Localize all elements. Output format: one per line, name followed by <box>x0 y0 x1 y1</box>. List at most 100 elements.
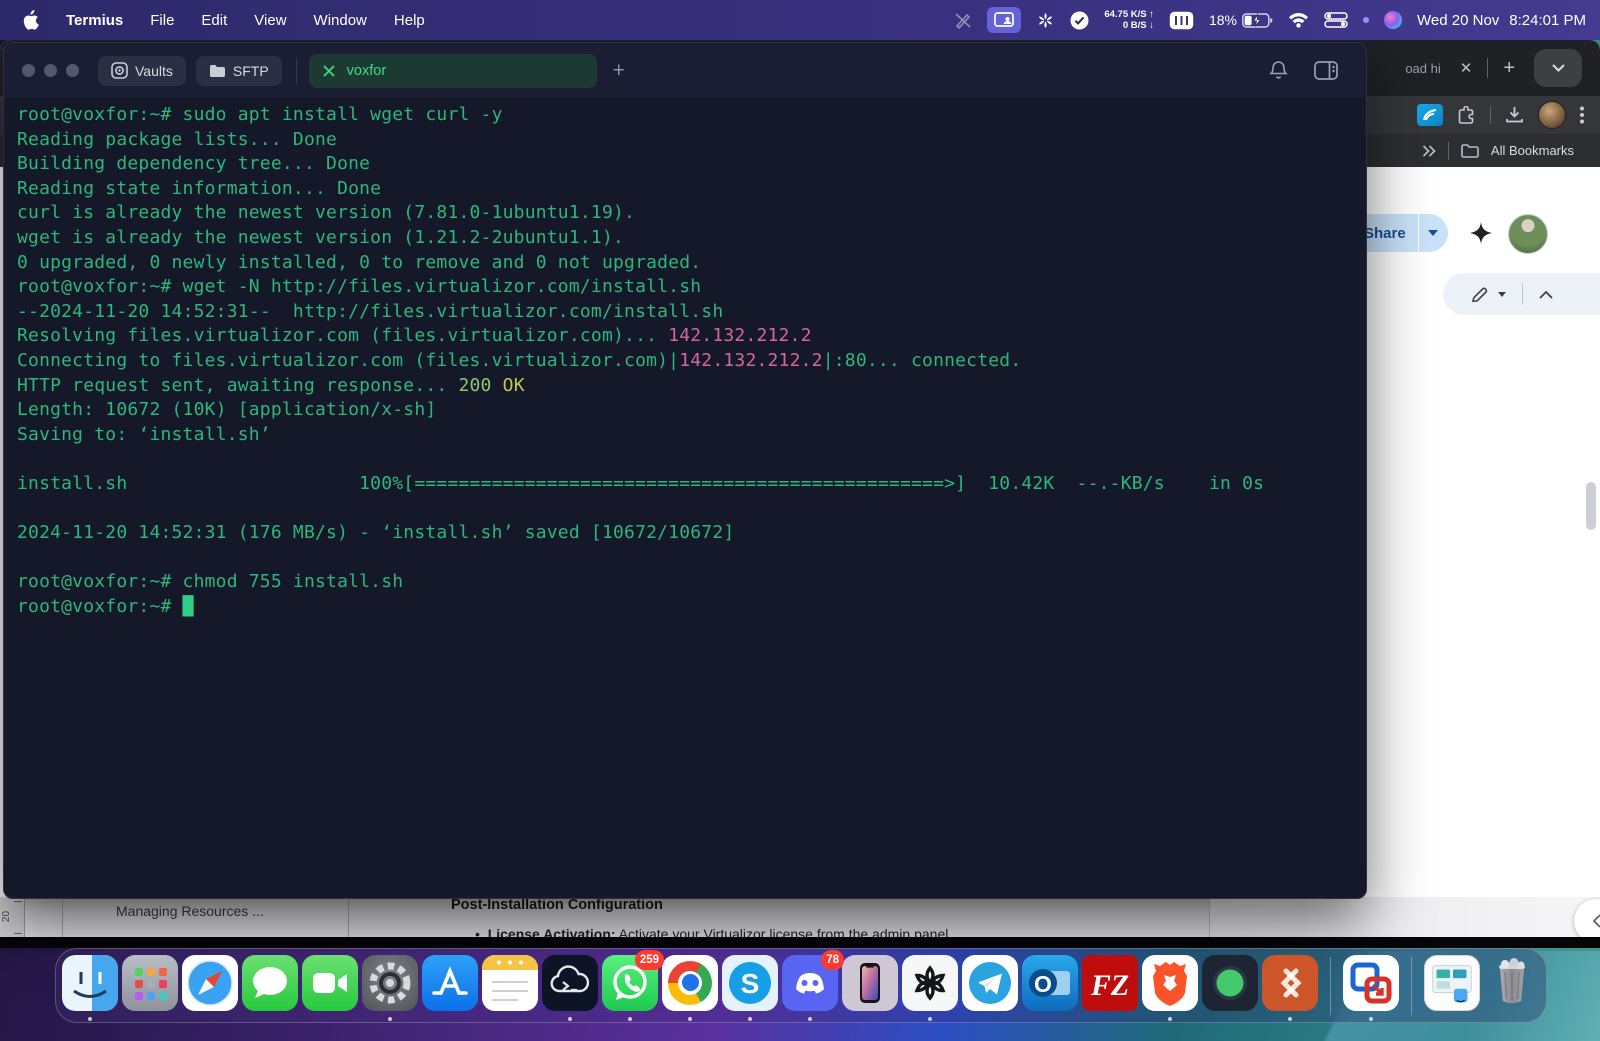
notes-icon <box>482 955 538 1011</box>
terminal-line: root@voxfor:~# █ <box>17 595 1366 620</box>
dock-item-notes[interactable] <box>482 953 538 1019</box>
session-tab-voxfor[interactable]: voxfor <box>309 54 597 88</box>
vertical-ruler: 20 <box>0 897 25 937</box>
siri-icon[interactable] <box>1384 11 1402 29</box>
all-bookmarks-label[interactable]: All Bookmarks <box>1491 143 1574 158</box>
dock-item-finder[interactable] <box>62 953 118 1019</box>
network-speed-indicator[interactable]: 64.75 K/S ↑ 0 B/S ↓ <box>1104 9 1154 31</box>
zoom-window-button[interactable] <box>66 64 79 77</box>
dock: 259 S78 O FZ <box>55 948 1547 1023</box>
desktop: Termius File Edit View Window Help 64.75… <box>0 0 1600 1041</box>
menu-app-name[interactable]: Termius <box>66 12 123 29</box>
ruler-page-number: 20 <box>1 911 12 922</box>
dock-item-facetime[interactable] <box>302 953 358 1019</box>
edit-mode-dropdown-icon[interactable] <box>1498 292 1506 297</box>
new-terminal-tab-button[interactable]: + <box>613 59 625 83</box>
browser-tab-title[interactable]: oad hi <box>1405 61 1440 76</box>
menubar-date: Wed 20 Nov <box>1417 12 1499 29</box>
wifi-icon[interactable] <box>1288 12 1309 28</box>
docs-profile-avatar[interactable] <box>1508 214 1548 254</box>
browser-profile-avatar[interactable] <box>1538 101 1566 129</box>
menubar-time: 8:24:01 PM <box>1509 12 1586 29</box>
dock-item-telegram[interactable] <box>962 953 1018 1019</box>
finder-icon <box>62 955 118 1011</box>
chatgpt-menubar-icon[interactable] <box>1036 11 1055 30</box>
toggle-panel-icon[interactable] <box>1314 61 1338 80</box>
toolbar-separator <box>1490 106 1491 124</box>
dock-item-termius[interactable] <box>542 953 598 1019</box>
check-circle-icon[interactable] <box>1070 11 1089 30</box>
doc-section-heading[interactable]: Post-Installation Configuration <box>451 897 663 913</box>
active-extension-icon[interactable] <box>1417 104 1443 126</box>
page-scrollbar-thumb[interactable] <box>1586 482 1596 530</box>
minimize-window-button[interactable] <box>44 64 57 77</box>
tab-close-icon[interactable]: ✕ <box>1460 59 1473 77</box>
terminal-line: 0 upgraded, 0 newly installed, 0 to remo… <box>17 251 1366 276</box>
downloads-icon[interactable] <box>1505 106 1524 124</box>
menu-view[interactable]: View <box>254 12 286 29</box>
dock-item-brave[interactable] <box>1142 953 1198 1019</box>
dock-item-vmware[interactable] <box>1343 953 1399 1019</box>
dock-item-chatgpt[interactable] <box>902 953 958 1019</box>
menu-file[interactable]: File <box>150 12 174 29</box>
dock-item-remote-desktop[interactable] <box>1262 953 1318 1019</box>
collapse-toolbar-icon[interactable] <box>1539 290 1553 299</box>
edit-pencil-icon[interactable] <box>1471 286 1488 303</box>
dock-item-trash[interactable] <box>1484 953 1540 1019</box>
dock-item-chrome[interactable] <box>662 953 718 1019</box>
dock-item-screen-recorder[interactable] <box>1202 953 1258 1019</box>
running-indicator-dot <box>808 1017 812 1021</box>
terminal-line: 2024-11-20 14:52:31 (176 MB/s) - ‘instal… <box>17 521 1366 546</box>
dock-item-outlook[interactable]: O <box>1022 953 1078 1019</box>
bookmarks-folder-icon[interactable] <box>1461 144 1479 158</box>
bookmarks-overflow-icon[interactable] <box>1422 145 1436 157</box>
dock-item-filezilla[interactable]: FZ <box>1082 953 1138 1019</box>
screen-recorder-icon <box>1202 955 1258 1011</box>
gemini-sparkle-icon[interactable] <box>1470 222 1492 244</box>
notifications-bell-icon[interactable] <box>1269 60 1288 81</box>
bullet-strong-text: License Activation: <box>488 926 616 937</box>
vaults-button[interactable]: Vaults <box>98 56 186 86</box>
tab-search-icon[interactable] <box>1534 49 1582 87</box>
running-indicator-dot <box>688 1017 692 1021</box>
extensions-icon[interactable] <box>1457 106 1476 125</box>
telegram-icon <box>962 955 1018 1011</box>
apple-menu-icon[interactable] <box>22 10 39 30</box>
iphone-mirroring-icon <box>842 955 898 1011</box>
battery-indicator[interactable]: 18% <box>1209 12 1273 28</box>
dock-item-skype[interactable]: S <box>722 953 778 1019</box>
tab-separator <box>1487 58 1488 78</box>
menubar-clock[interactable]: Wed 20 Nov 8:24:01 PM <box>1417 12 1590 29</box>
dock-item-iphone-mirroring[interactable] <box>842 953 898 1019</box>
screen-sharing-icon[interactable] <box>987 7 1021 33</box>
running-indicator-dot <box>1369 1017 1373 1021</box>
messages-icon <box>242 955 298 1011</box>
dock-item-appstore[interactable] <box>422 953 478 1019</box>
pencil-disabled-icon[interactable] <box>954 11 972 29</box>
dock-item-whatsapp[interactable]: 259 <box>602 953 658 1019</box>
svg-text:FZ: FZ <box>1090 969 1129 1002</box>
browser-menu-icon[interactable] <box>1580 106 1584 124</box>
sftp-button[interactable]: SFTP <box>196 56 282 86</box>
dock-item-downloads-stack[interactable] <box>1424 953 1480 1019</box>
new-tab-icon[interactable]: + <box>1503 57 1515 80</box>
share-dropdown-icon[interactable] <box>1428 230 1438 236</box>
docs-mode-toolbar <box>1443 273 1600 315</box>
menu-help[interactable]: Help <box>394 12 425 29</box>
running-indicator-dot <box>568 1017 572 1021</box>
close-window-button[interactable] <box>22 64 35 77</box>
dock-item-settings[interactable] <box>362 953 418 1019</box>
control-center-icon[interactable] <box>1324 12 1348 28</box>
dock-item-launchpad[interactable] <box>122 953 178 1019</box>
menu-window[interactable]: Window <box>314 12 367 29</box>
outlook-icon: O <box>1022 955 1078 1011</box>
dock-item-safari[interactable] <box>182 953 238 1019</box>
dock-item-messages[interactable] <box>242 953 298 1019</box>
doc-bullet-item[interactable]: • License Activation: Activate your Virt… <box>475 926 952 937</box>
dock-item-discord[interactable]: 78 <box>782 953 838 1019</box>
menu-edit[interactable]: Edit <box>201 12 227 29</box>
toc-cell-text[interactable]: Managing Resources ... <box>116 903 264 919</box>
terminal-output[interactable]: root@voxfor:~# sudo apt install wget cur… <box>4 98 1366 619</box>
keyboard-icon[interactable] <box>1169 11 1194 30</box>
battery-percent: 18% <box>1209 12 1237 28</box>
